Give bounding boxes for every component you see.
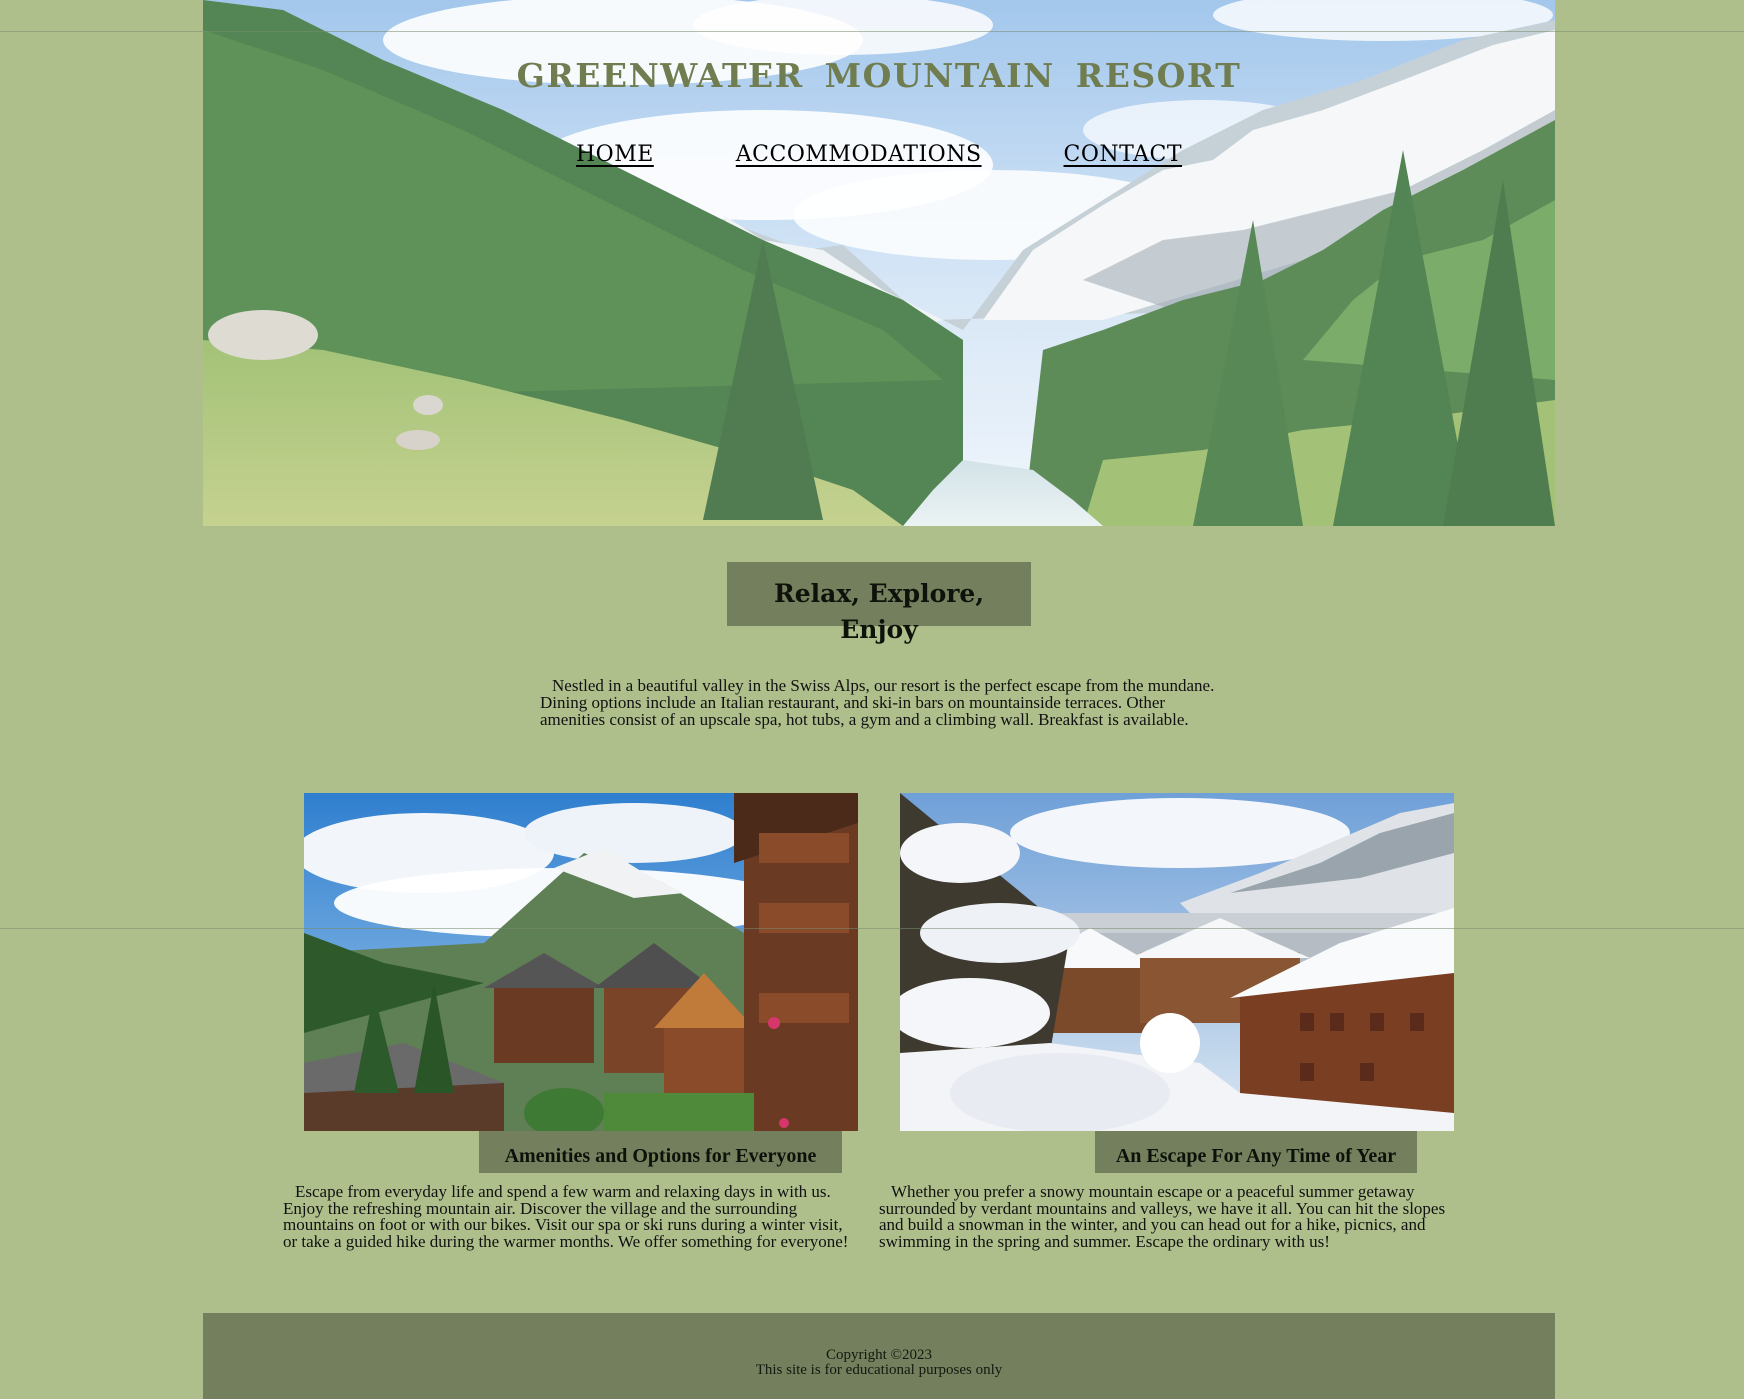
site-footer: Copyright ©2023 This site is for educati… xyxy=(203,1313,1555,1399)
feature-seasons-heading: An Escape For Any Time of Year xyxy=(1095,1131,1417,1173)
site-title: GREENWATER MOUNTAIN RESORT xyxy=(516,56,1242,95)
feature-amenities-heading: Amenities and Options for Everyone xyxy=(479,1131,842,1173)
footer-note: This site is for educational purposes on… xyxy=(755,1362,1003,1378)
main-nav: HOME ACCOMMODATIONS CONTACT xyxy=(203,142,1555,167)
tagline-heading: Relax, Explore, Enjoy xyxy=(727,562,1031,644)
intro-paragraph: Nestled in a beautiful valley in the Swi… xyxy=(540,676,1215,729)
hero-header: GREENWATER MOUNTAIN RESORT HOME ACCOMMOD… xyxy=(203,0,1555,526)
nav-link-contact[interactable]: CONTACT xyxy=(1064,142,1182,167)
feature-amenities-text: Escape from everyday life and spend a fe… xyxy=(283,1182,849,1251)
tagline-wrapper: Relax, Explore, Enjoy xyxy=(203,562,1555,644)
nav-link-home[interactable]: HOME xyxy=(576,142,654,167)
footer-copyright: Copyright ©2023 xyxy=(826,1347,932,1363)
winter-village-image xyxy=(900,793,1454,1131)
guide-line-middle xyxy=(0,928,1744,929)
feature-seasons-text: Whether you prefer a snowy mountain esca… xyxy=(879,1182,1446,1251)
page-container: GREENWATER MOUNTAIN RESORT HOME ACCOMMOD… xyxy=(203,0,1555,1399)
nav-link-accommodations[interactable]: ACCOMMODATIONS xyxy=(736,142,982,167)
summer-village-image xyxy=(304,793,858,1131)
guide-line-top xyxy=(0,31,1744,32)
